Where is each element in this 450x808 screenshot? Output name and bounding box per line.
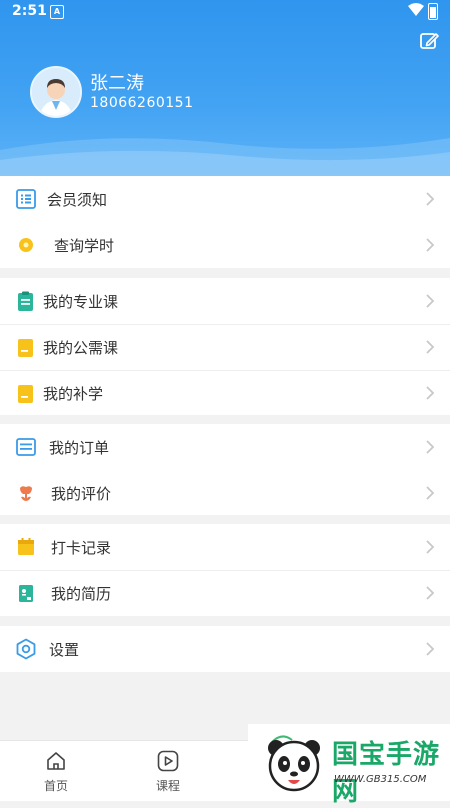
chevron-right-icon bbox=[426, 440, 435, 454]
book-icon bbox=[18, 339, 33, 357]
order-icon bbox=[16, 438, 36, 456]
menu-label: 我的简历 bbox=[51, 585, 112, 603]
flower-icon bbox=[20, 486, 32, 501]
menu-item-member-notice[interactable]: 会员须知 bbox=[0, 176, 450, 222]
chevron-right-icon bbox=[426, 386, 435, 400]
menu-label: 会员须知 bbox=[47, 191, 108, 209]
battery-icon bbox=[428, 3, 438, 20]
chevron-right-icon bbox=[426, 642, 435, 656]
menu-label: 我的专业课 bbox=[43, 293, 119, 311]
menu-group-1: 会员须知 查询学时 bbox=[0, 176, 450, 268]
nav-home-label: 首页 bbox=[43, 779, 68, 793]
menu-item-my-public[interactable]: 我的公需课 bbox=[0, 324, 450, 370]
menu-item-my-reviews[interactable]: 我的评价 bbox=[0, 470, 450, 516]
profile-header: 2:51 A 张二涛 18066260151 bbox=[0, 0, 450, 176]
watermark-text: 国宝手游网 bbox=[332, 740, 441, 807]
chevron-right-icon bbox=[426, 294, 435, 308]
user-name: 张二涛 bbox=[90, 73, 144, 94]
menu-group-3: 我的订单 我的评价 bbox=[0, 424, 450, 515]
chevron-right-icon bbox=[426, 192, 435, 206]
menu-label: 设置 bbox=[49, 641, 80, 659]
chevron-right-icon bbox=[426, 486, 435, 500]
menu-item-my-resume[interactable]: 我的简历 bbox=[0, 570, 450, 616]
watermark: 国宝手游网 WWW.GB315.COM bbox=[248, 724, 450, 807]
chevron-right-icon bbox=[426, 238, 435, 252]
menu-item-my-professional[interactable]: 我的专业课 bbox=[0, 278, 450, 324]
play-icon bbox=[157, 750, 179, 772]
menu-label: 打卡记录 bbox=[51, 539, 112, 557]
home-icon bbox=[47, 752, 65, 770]
coin-icon bbox=[19, 238, 33, 252]
chevron-right-icon bbox=[426, 340, 435, 354]
menu-item-checkin-records[interactable]: 打卡记录 bbox=[0, 524, 450, 570]
user-phone: 18066260151 bbox=[90, 95, 194, 111]
nav-course[interactable]: 课程 bbox=[128, 741, 208, 801]
panda-logo bbox=[268, 735, 320, 792]
menu-item-settings[interactable]: 设置 bbox=[0, 626, 450, 672]
status-bar: 2:51 A bbox=[0, 0, 450, 24]
menu-item-my-makeup[interactable]: 我的补学 bbox=[0, 370, 450, 416]
nav-course-label: 课程 bbox=[155, 779, 180, 793]
watermark-url: WWW.GB315.COM bbox=[334, 774, 427, 785]
edit-icon[interactable] bbox=[419, 31, 439, 51]
clipboard-icon bbox=[18, 291, 33, 311]
wifi-icon bbox=[408, 3, 424, 16]
menu-label: 我的公需课 bbox=[43, 339, 119, 357]
menu-item-query-hours[interactable]: 查询学时 bbox=[0, 222, 450, 268]
doctor-avatar-icon bbox=[32, 68, 80, 116]
header-wave bbox=[0, 138, 450, 176]
chevron-right-icon bbox=[426, 586, 435, 600]
menu-item-my-orders[interactable]: 我的订单 bbox=[0, 424, 450, 470]
menu-group-5: 设置 bbox=[0, 626, 450, 672]
calendar-icon bbox=[18, 538, 34, 555]
menu-label: 我的补学 bbox=[43, 385, 104, 403]
settings-icon bbox=[16, 638, 36, 660]
menu-label: 查询学时 bbox=[54, 237, 115, 255]
menu-group-2: 我的专业课 我的公需课 我的补学 bbox=[0, 278, 450, 415]
notification-icon: A bbox=[50, 5, 64, 19]
resume-icon bbox=[19, 585, 33, 602]
menu-label: 我的评价 bbox=[51, 485, 112, 503]
book-icon bbox=[18, 385, 33, 403]
menu-label: 我的订单 bbox=[49, 439, 110, 457]
avatar[interactable] bbox=[30, 66, 82, 118]
nav-home[interactable]: 首页 bbox=[16, 741, 96, 801]
menu-group-4: 打卡记录 我的简历 bbox=[0, 524, 450, 616]
chevron-right-icon bbox=[426, 540, 435, 554]
list-icon bbox=[16, 189, 36, 209]
status-time: 2:51 bbox=[12, 3, 47, 19]
